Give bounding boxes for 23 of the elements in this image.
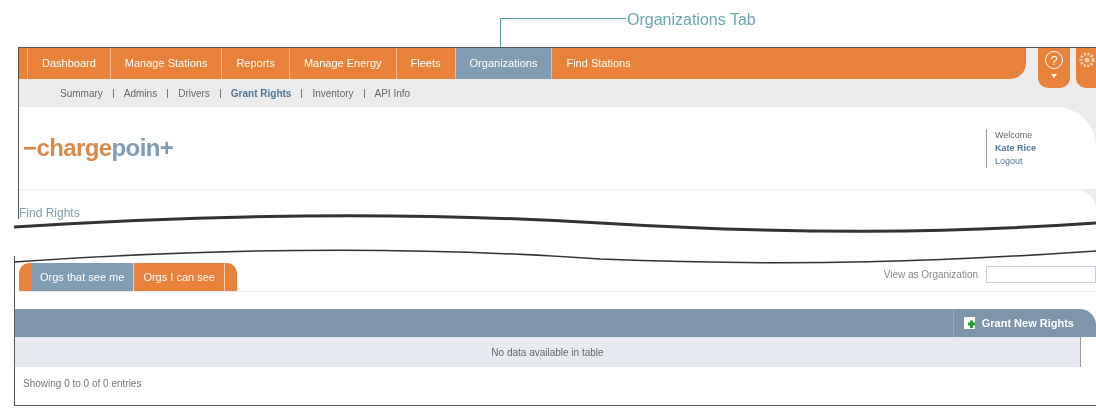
empty-table-message: No data available in table [491,345,604,360]
sub-nav-link[interactable]: Summary [60,85,103,101]
section-title: Find Rights [19,206,80,220]
settings-button[interactable] [1076,48,1096,88]
sub-nav-link[interactable]: Inventory [312,85,354,101]
caret-icon [1051,74,1058,78]
org-tab[interactable]: Orgs that see me [31,263,135,291]
logout-link[interactable]: Logout [994,154,1036,168]
view-as-field[interactable] [986,266,1096,283]
callout-label: Organizations Tab [627,10,756,30]
table-info: Showing 0 to 0 of 0 entries [23,377,143,391]
sub-nav-link[interactable]: Drivers [178,85,210,101]
sub-nav-link[interactable]: API Info [374,85,411,101]
sub-nav-link[interactable]: Grant Rights [230,85,292,101]
help-button[interactable]: ? [1038,48,1071,88]
nav-tab[interactable]: Organizations [454,48,552,79]
gear-icon [1079,52,1096,68]
view-as-label: View as Organization [883,268,978,282]
sub-nav-link[interactable]: Admins [123,85,158,101]
add-icon [963,317,976,329]
welcome-text: Welcome [994,128,1034,142]
logo: −chargepoin+ [23,133,174,163]
user-name-link[interactable]: Kate Rice [994,141,1036,155]
